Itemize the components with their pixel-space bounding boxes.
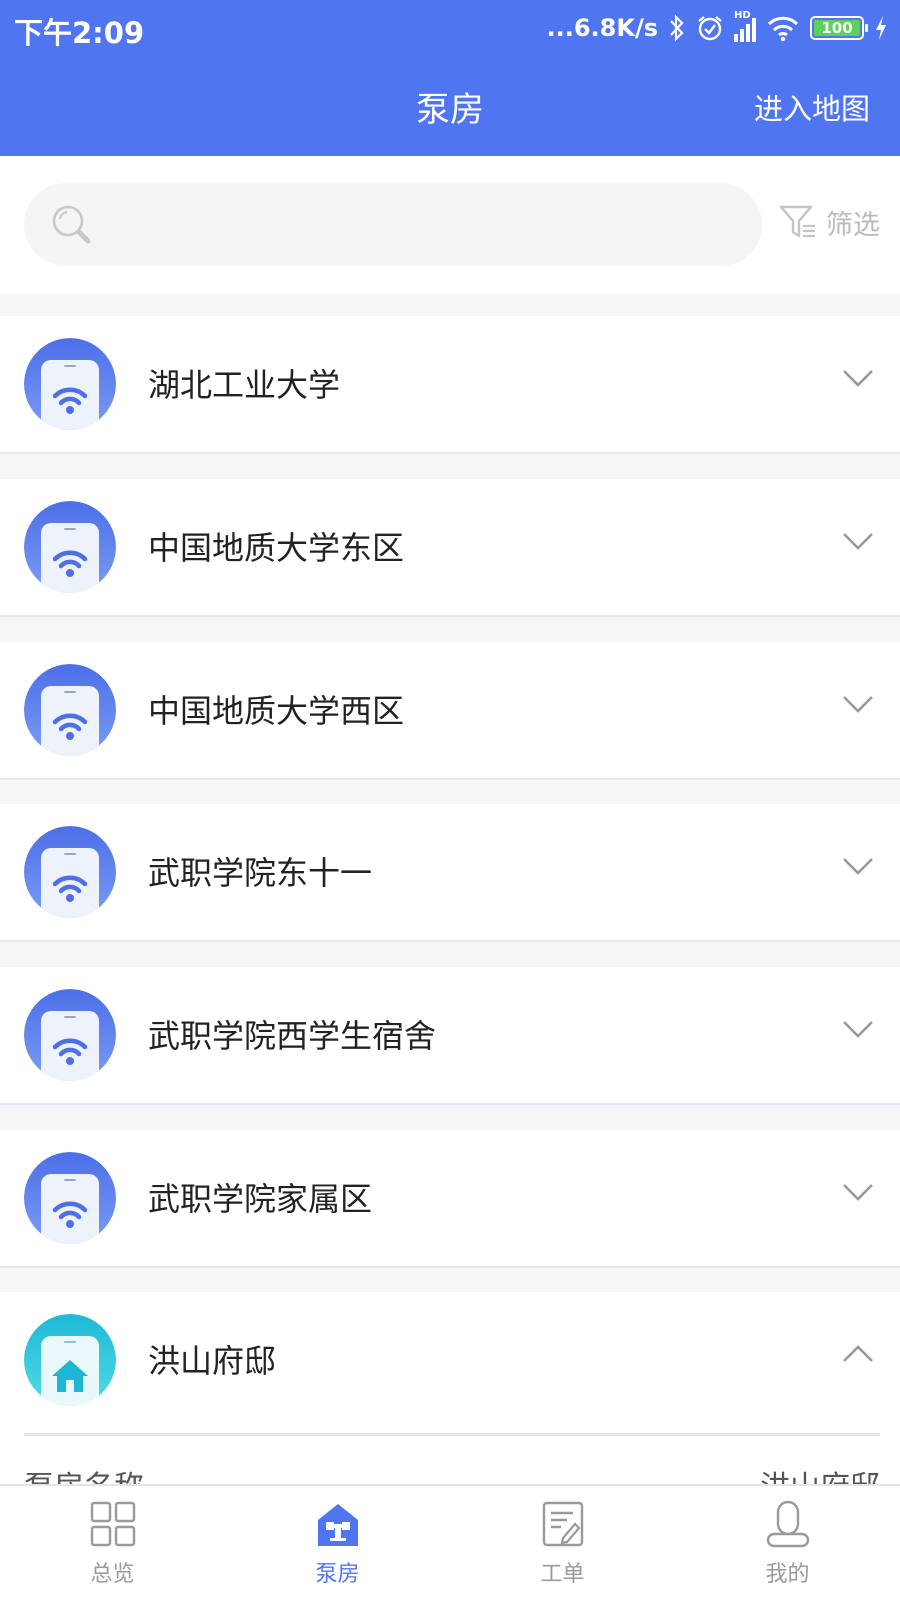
search-icon	[52, 205, 91, 244]
tab-label: 泵房	[315, 1562, 360, 1587]
work-order-icon	[542, 1501, 584, 1547]
charging-icon	[876, 16, 886, 40]
pump-room-name: 武职学院东十一	[148, 854, 373, 892]
status-indicators: ...6.8K/s HD 100	[546, 10, 888, 44]
chevron-down-icon[interactable]	[842, 856, 874, 876]
chevron-down-icon[interactable]	[842, 1182, 874, 1202]
pump-room-name: 武职学院家属区	[148, 1180, 373, 1218]
detail-value: 洪山府邸	[760, 1462, 880, 1484]
network-speed: ...6.8K/s	[546, 14, 658, 42]
tab-label: 我的	[765, 1562, 810, 1587]
bottom-tab-bar: 总览 泵房 工单 我的	[0, 1484, 900, 1600]
pump-room-item[interactable]: 武职学院西学生宿舍	[0, 967, 900, 1105]
tab-overview[interactable]: 总览	[0, 1486, 225, 1600]
tab-label: 总览	[90, 1562, 135, 1587]
battery-icon: 100	[810, 16, 868, 40]
wifi-icon	[24, 989, 116, 1081]
detail-label: 泵房名称	[24, 1462, 144, 1484]
filter-label: 筛选	[826, 209, 880, 241]
bluetooth-icon	[670, 14, 684, 42]
wifi-icon	[24, 338, 116, 430]
search-section: 筛选	[0, 156, 900, 294]
grid-icon	[90, 1501, 136, 1547]
tab-mine[interactable]: 我的	[675, 1486, 900, 1600]
chevron-down-icon[interactable]	[842, 531, 874, 551]
chevron-down-icon[interactable]	[842, 694, 874, 714]
pump-room-name: 湖北工业大学	[148, 366, 341, 404]
signal-icon: HD	[734, 10, 756, 42]
pump-room-name: 洪山府邸	[148, 1342, 277, 1380]
status-bar: 下午2:09 ...6.8K/s HD 100	[0, 0, 900, 56]
filter-icon	[779, 205, 815, 238]
user-icon	[766, 1500, 810, 1548]
pump-room-item[interactable]: 湖北工业大学	[0, 316, 900, 454]
tab-pump-room[interactable]: 泵房	[225, 1486, 450, 1600]
filter-button[interactable]: 筛选	[778, 200, 880, 244]
search-box[interactable]	[24, 183, 762, 266]
wifi-status-icon	[767, 16, 799, 42]
chevron-up-icon[interactable]	[842, 1344, 874, 1364]
pump-room-item-expanded[interactable]: 洪山府邸 泵房名称 洪山府邸	[0, 1292, 900, 1484]
status-time: 下午2:09	[14, 16, 145, 50]
divider	[24, 1433, 880, 1436]
top-bar: 下午2:09 ...6.8K/s HD 100 泵房 进入地图	[0, 0, 900, 156]
pump-room-name: 中国地质大学西区	[148, 692, 405, 730]
pump-room-item[interactable]: 武职学院东十一	[0, 804, 900, 942]
wifi-icon	[24, 501, 116, 593]
nav-bar: 泵房 进入地图	[0, 56, 900, 156]
chevron-down-icon[interactable]	[842, 368, 874, 388]
pump-room-item[interactable]: 中国地质大学东区	[0, 479, 900, 617]
pump-room-name: 中国地质大学东区	[148, 529, 405, 567]
tab-label: 工单	[540, 1562, 585, 1587]
search-input[interactable]	[114, 193, 734, 255]
pump-room-item[interactable]: 武职学院家属区	[0, 1130, 900, 1268]
pump-room-name: 武职学院西学生宿舍	[148, 1017, 437, 1055]
home-icon	[24, 1314, 116, 1406]
pump-house-icon	[318, 1504, 358, 1546]
pump-room-item[interactable]: 中国地质大学西区	[0, 642, 900, 780]
chevron-down-icon[interactable]	[842, 1019, 874, 1039]
wifi-icon	[24, 826, 116, 918]
wifi-icon	[24, 664, 116, 756]
wifi-icon	[24, 1152, 116, 1244]
enter-map-button[interactable]: 进入地图	[754, 86, 870, 128]
hd-badge: HD	[734, 10, 751, 21]
alarm-icon	[698, 16, 722, 41]
tab-work-order[interactable]: 工单	[450, 1486, 675, 1600]
